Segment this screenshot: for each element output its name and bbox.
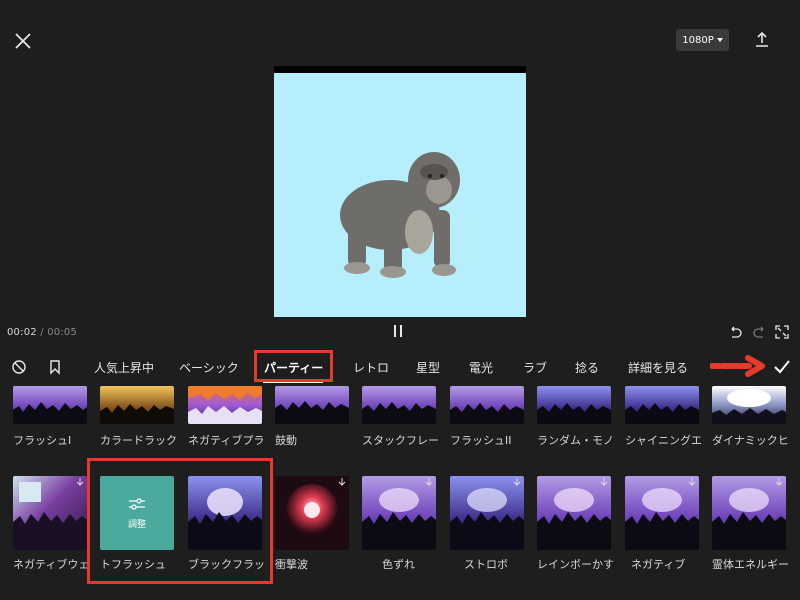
effect-thumbnail [625,476,699,550]
download-icon [600,478,608,486]
effect-label: フラッシュI [13,434,72,447]
effect-thumbnail [537,386,611,424]
fullscreen-icon[interactable] [775,325,789,339]
redo-icon[interactable] [753,325,767,339]
effect-label: シャイニングエ [625,434,702,447]
tab-lightning[interactable]: 電光 [469,359,493,376]
arrow-right-icon [710,355,765,377]
tab-love[interactable]: ラブ [523,359,547,376]
total-time: 00:05 [47,327,78,338]
effect-label: フラッシュII [450,434,512,447]
video-preview[interactable] [274,66,526,317]
effect-label: 色ずれ [382,558,415,571]
effect-label: 鼓動 [275,434,297,447]
effect-thumbnail: 調整 [100,476,174,550]
effect-thumbnail [625,386,699,424]
effect-label: 衝撃波 [275,558,308,571]
effect-thumbnail [275,476,349,550]
playback-time: 00:02 / 00:05 [7,327,77,338]
current-time: 00:02 [7,327,37,338]
download-icon [688,478,696,486]
resolution-dropdown[interactable]: 1080P [676,29,729,51]
chevron-down-icon [716,38,723,42]
effect-thumbnail [188,386,262,424]
tab-trending[interactable]: 人気上昇中 [94,359,154,376]
effect-thumbnail [537,476,611,550]
effect-thumbnail [712,476,786,550]
effect-thumbnail [13,476,87,550]
effect-thumbnail [13,386,87,424]
close-icon[interactable] [13,31,33,51]
tab-see-more[interactable]: 詳細を見る [628,359,688,376]
effect-label: ダイナミックヒ [712,434,789,447]
effect-thumbnail [450,386,524,424]
effect-label: ネガティブウェ [13,558,90,571]
effect-thumbnail [100,386,174,424]
effect-label: ネガティブ [631,558,686,571]
adjust-label: 調整 [127,519,146,530]
bookmark-icon[interactable] [47,359,63,375]
pause-button[interactable] [394,325,408,339]
effect-thumbnail [712,386,786,424]
effect-thumbnail [275,386,349,424]
time-separator: / [40,327,44,338]
effect-thumbnail [188,476,262,550]
tab-retro[interactable]: レトロ [353,359,389,376]
download-icon [513,478,521,486]
tab-basic[interactable]: ベーシック [179,359,239,376]
effects-grid: フラッシュI カラードラック ネガティブプラ 鼓動 スタックフレー フラッシュI… [0,386,800,600]
effect-thumbnail [362,386,436,424]
download-icon [425,478,433,486]
checkmark-icon[interactable] [772,358,792,376]
effect-label: 霊体エネルギー [712,558,789,571]
effect-label: カラードラック [100,434,177,447]
active-tab-underline [263,381,323,383]
export-icon[interactable] [752,30,772,50]
tab-star[interactable]: 星型 [416,359,440,376]
tab-twist[interactable]: 捻る [575,359,599,376]
adjust-sliders-icon [129,497,145,510]
download-icon [76,478,84,486]
no-effect-icon[interactable] [11,359,27,375]
tab-party[interactable]: パーティー [264,359,323,376]
effect-thumbnail [450,476,524,550]
effect-thumbnail [362,476,436,550]
gorilla-image [340,152,460,278]
effect-category-tabs: 人気上昇中 ベーシック パーティー レトロ 星型 電光 ラブ 捻る 詳細を見る [0,348,800,386]
resolution-label: 1080P [682,34,714,46]
effect-label: ランダム・モノ [537,434,614,447]
effect-label: スタックフレー [362,434,439,447]
download-icon [775,478,783,486]
download-icon [338,478,346,486]
undo-icon[interactable] [728,325,742,339]
effect-label: レインボーかす [537,558,614,571]
effect-label: ネガティブプラ [188,434,265,447]
effect-label: ブラックフラッ [188,558,265,571]
effect-label: トフラッシュ [100,558,166,571]
